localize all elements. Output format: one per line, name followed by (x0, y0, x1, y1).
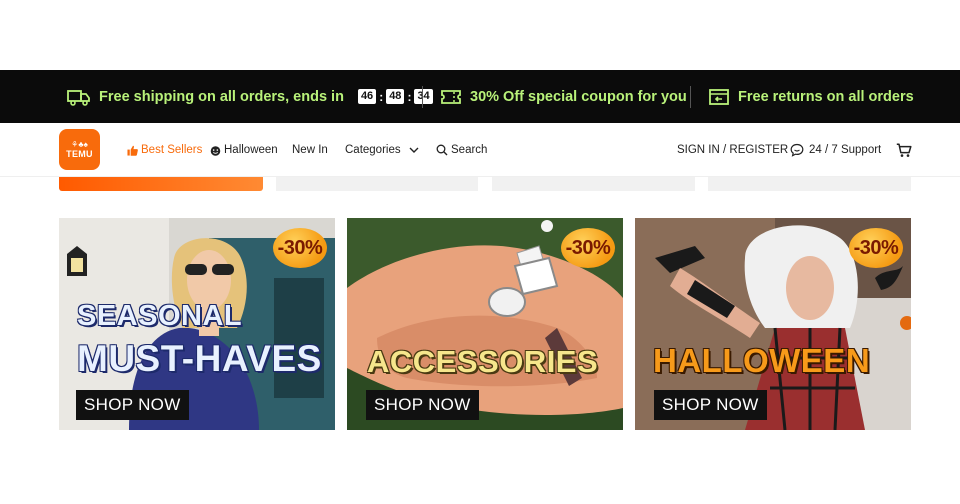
countdown-hours: 46 (357, 89, 377, 104)
promo-divider (690, 85, 691, 108)
nav-categories-wrap: Categories (345, 123, 421, 177)
free-returns-text: Free returns on all orders (738, 88, 914, 105)
nav-search-label: Search (451, 144, 488, 156)
main-nav: Best Sellers (127, 123, 202, 177)
shop-now-button[interactable]: SHOP NOW (366, 390, 479, 420)
discount-badge: -30% (273, 228, 327, 268)
nav-categories-label: Categories (345, 144, 401, 156)
promo-bar: Free shipping on all orders, ends in 46 … (0, 70, 960, 123)
temu-logo[interactable]: ⚘♣♠ TEMU (59, 129, 100, 170)
discount-badge: -30% (561, 228, 615, 268)
promo-divider (422, 85, 423, 108)
card-headline-line1: HALLOWEEN (653, 342, 871, 379)
free-shipping-promo[interactable]: Free shipping on all orders, ends in 46 … (67, 88, 433, 106)
active-category-strip (59, 177, 263, 191)
category-strip (276, 177, 478, 191)
free-returns-promo[interactable]: Free returns on all orders (708, 88, 914, 106)
coupon-icon (441, 89, 461, 104)
nav-best-sellers-label: Best Sellers (141, 144, 203, 156)
support-label: 24 / 7 Support (809, 144, 882, 156)
shop-now-button[interactable]: SHOP NOW (654, 390, 767, 420)
returns-icon (709, 88, 729, 105)
category-strip (708, 177, 911, 191)
card-headline-line1: SEASONAL (77, 300, 243, 332)
card-headline-line1: ACCESSORIES (367, 344, 599, 379)
sign-in-wrap: SIGN IN / REGISTER (677, 123, 788, 177)
logo-text: TEMU (66, 149, 93, 159)
search-icon (436, 144, 448, 156)
category-strip (492, 177, 695, 191)
countdown-separator: : (407, 89, 412, 104)
nav-halloween-label: Halloween (224, 144, 278, 156)
nav-new-in-wrap: New In (292, 123, 328, 177)
site-header: ⚘♣♠ TEMU Best Sellers Halloween New In C… (0, 123, 960, 177)
card-headline-line2: MUST-HAVES (77, 338, 322, 379)
sign-in-register-link[interactable]: SIGN IN / REGISTER (677, 144, 788, 156)
countdown-minutes: 48 (386, 89, 405, 104)
promo-card-accessories[interactable]: -30% ACCESSORIES SHOP NOW (347, 218, 623, 430)
countdown-seconds: 34 (414, 89, 433, 104)
countdown-separator: : (379, 89, 384, 104)
nav-halloween-wrap: Halloween (210, 123, 278, 177)
support-link[interactable]: 24 / 7 Support (790, 143, 881, 157)
nav-search-wrap: Search (436, 123, 487, 177)
logo-glyphs: ⚘♣♠ (71, 140, 88, 149)
pumpkin-icon (210, 145, 221, 156)
support-wrap: 24 / 7 Support (790, 123, 881, 177)
nav-halloween[interactable]: Halloween (210, 144, 278, 156)
nav-new-in[interactable]: New In (292, 144, 328, 156)
free-shipping-text: Free shipping on all orders, ends in (99, 88, 344, 105)
promo-card-seasonal[interactable]: -30% SEASONAL MUST-HAVES SHOP NOW (59, 218, 335, 430)
discount-badge: -30% (849, 228, 903, 268)
cart-wrap (896, 123, 912, 177)
nav-new-in-label: New In (292, 144, 328, 156)
coupon-promo[interactable]: 30% Off special coupon for you (440, 88, 687, 106)
nav-categories[interactable]: Categories (345, 144, 421, 156)
cart-icon[interactable] (896, 142, 912, 158)
coupon-text: 30% Off special coupon for you (470, 88, 687, 105)
promo-card-halloween[interactable]: -30% HALLOWEEN SHOP NOW (635, 218, 911, 430)
shop-now-button[interactable]: SHOP NOW (76, 390, 189, 420)
sign-in-label: SIGN IN / REGISTER (677, 144, 789, 156)
truck-icon (67, 89, 90, 106)
chat-bubble-icon (790, 143, 804, 157)
nav-search[interactable]: Search (436, 144, 487, 156)
chevron-down-icon (409, 147, 419, 153)
nav-best-sellers[interactable]: Best Sellers (127, 144, 202, 156)
thumbs-up-icon (127, 145, 138, 156)
